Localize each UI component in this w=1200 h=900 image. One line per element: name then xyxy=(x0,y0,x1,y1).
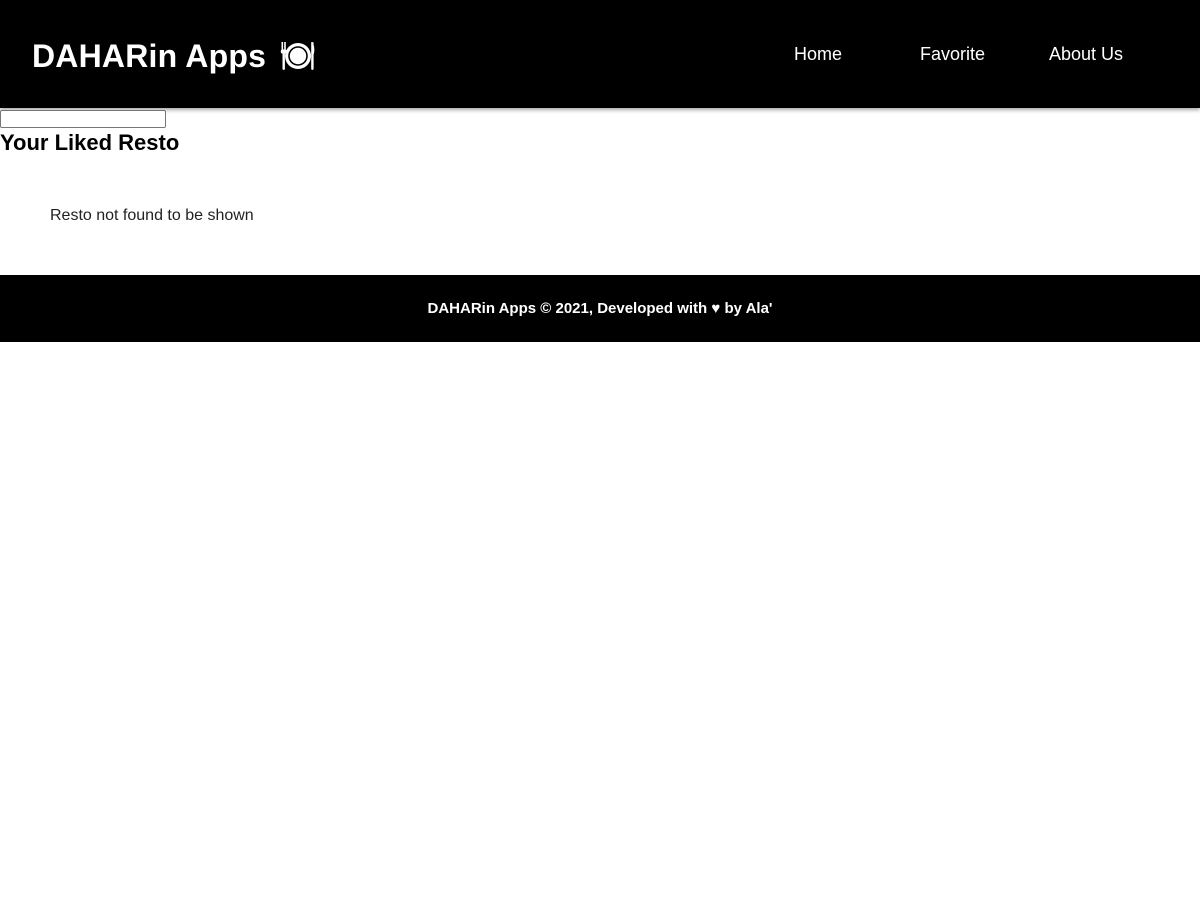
empty-state-message: Resto not found to be shown xyxy=(50,207,254,224)
app-footer: DAHARin Apps © 2021, Developed with ♥ by… xyxy=(0,275,1200,342)
nav-link-home[interactable]: Home xyxy=(794,42,842,66)
nav-link-about-us[interactable]: About Us xyxy=(1049,42,1123,66)
nav-link-favorite[interactable]: Favorite xyxy=(920,42,985,66)
main-nav: Home Favorite About Us xyxy=(0,42,1200,66)
footer-text: DAHARin Apps © 2021, Developed with ♥ by… xyxy=(427,299,773,317)
page-title: Your Liked Resto xyxy=(0,130,180,155)
search-input[interactable] xyxy=(0,110,166,128)
app-header: DAHARin Apps Home Favorite About Us xyxy=(0,0,1200,108)
